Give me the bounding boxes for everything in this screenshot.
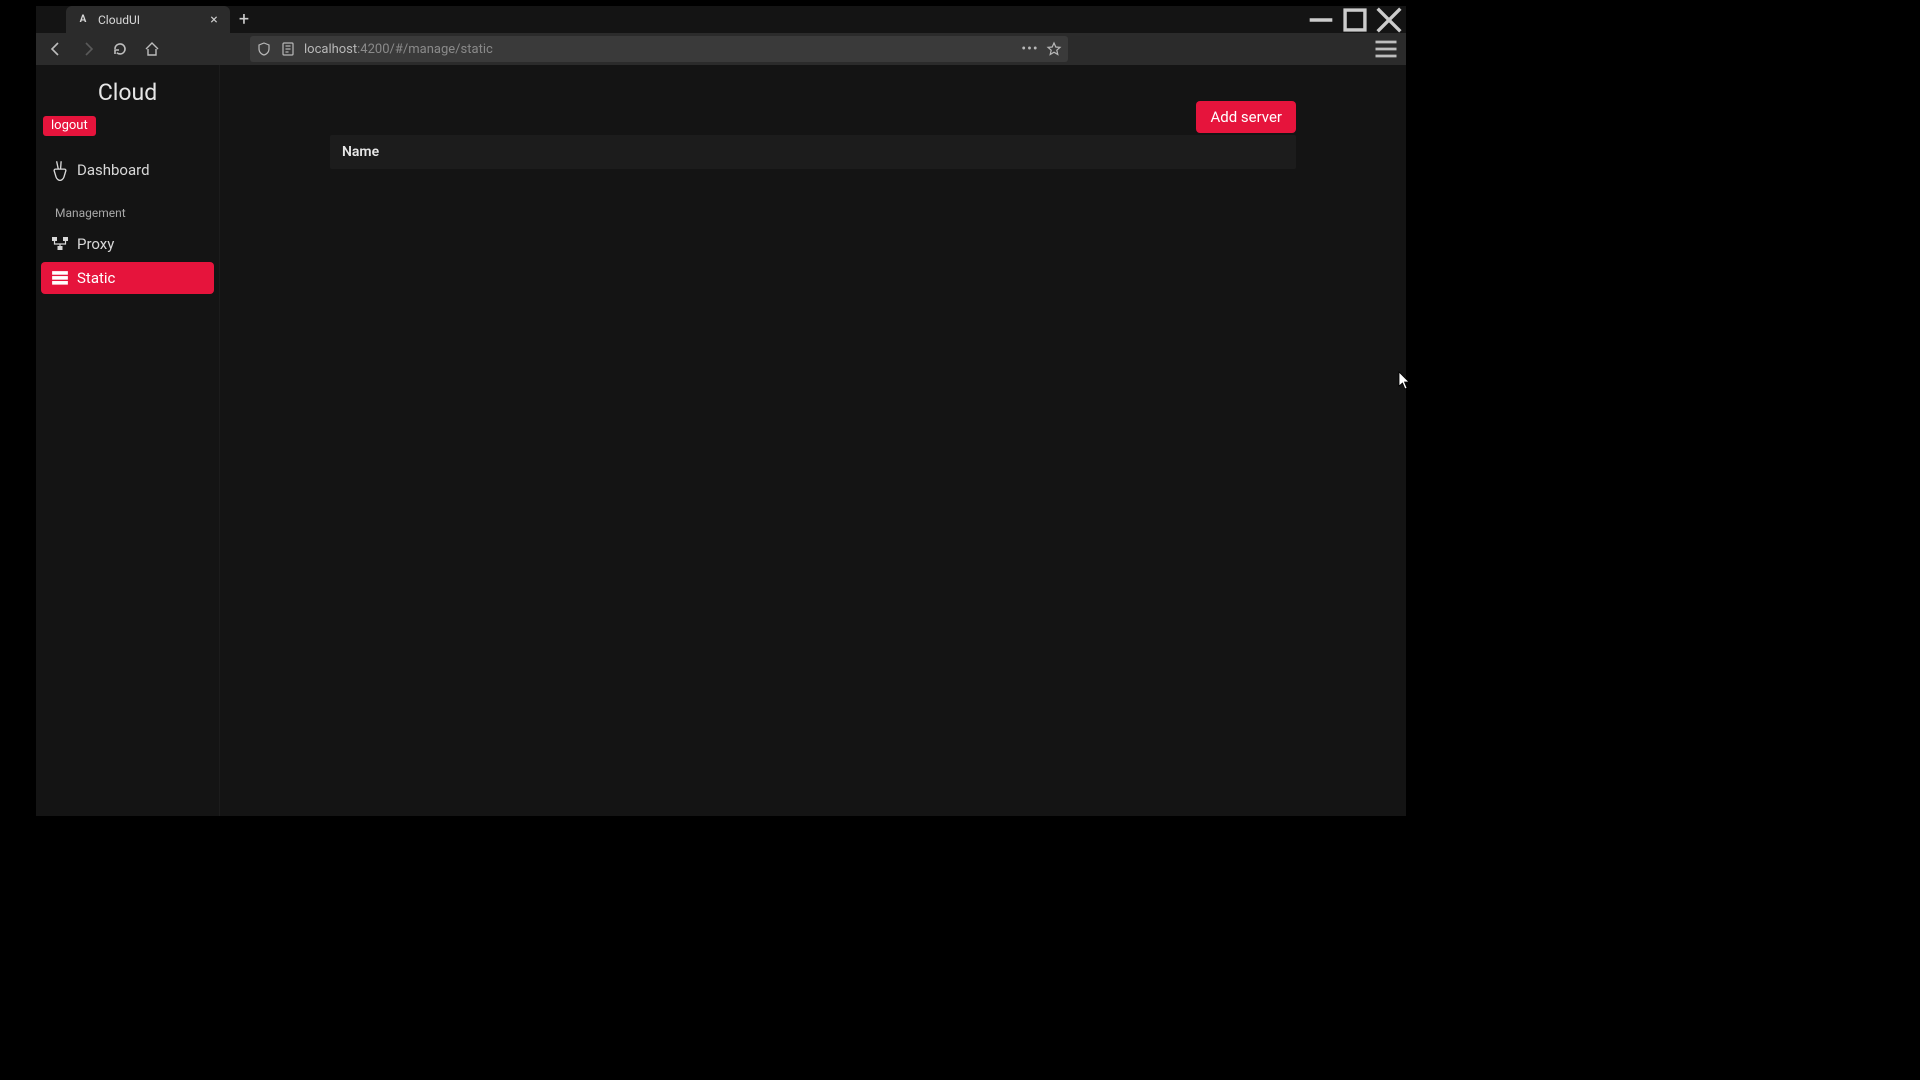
network-icon	[51, 236, 69, 252]
bookmark-star-icon[interactable]	[1046, 41, 1062, 57]
logout-button[interactable]: logout	[43, 116, 96, 136]
sidebar-item-proxy[interactable]: Proxy	[41, 228, 214, 260]
tab-title: CloudUI	[98, 13, 198, 27]
page-info-icon[interactable]	[280, 41, 296, 57]
back-button[interactable]	[42, 35, 70, 63]
browser-window: A CloudUI × +	[36, 6, 1406, 816]
app-viewport: Cloud logout Dashboard Management	[36, 65, 1406, 816]
sidebar: Cloud logout Dashboard Management	[36, 65, 220, 816]
browser-tab[interactable]: A CloudUI ×	[66, 6, 230, 33]
add-server-button[interactable]: Add server	[1196, 101, 1296, 133]
sidebar-item-label: Static	[77, 269, 115, 287]
reload-button[interactable]	[106, 35, 134, 63]
window-controls	[1304, 6, 1406, 33]
new-tab-button[interactable]: +	[230, 6, 258, 33]
sidebar-section-management: Management	[41, 188, 214, 228]
server-stack-icon	[51, 270, 69, 286]
browser-toolbar: localhost:4200/#/manage/static •••	[36, 33, 1406, 65]
tab-favicon-icon: A	[76, 13, 90, 27]
url-text: localhost:4200/#/manage/static	[304, 42, 1014, 57]
url-host: localhost	[304, 42, 357, 57]
home-button[interactable]	[138, 35, 166, 63]
close-window-icon[interactable]	[1372, 6, 1406, 33]
shield-icon[interactable]	[256, 41, 272, 57]
sidebar-item-label: Dashboard	[77, 161, 150, 179]
url-bar[interactable]: localhost:4200/#/manage/static •••	[250, 36, 1068, 62]
url-path: :4200/#/manage/static	[357, 42, 493, 57]
tab-strip: A CloudUI × +	[36, 6, 1406, 33]
forward-button[interactable]	[74, 35, 102, 63]
more-actions-icon[interactable]: •••	[1022, 41, 1038, 57]
sidebar-item-static[interactable]: Static	[41, 262, 214, 294]
sidebar-item-dashboard[interactable]: Dashboard	[41, 154, 214, 186]
minimize-icon[interactable]	[1304, 6, 1338, 33]
brand-title: Cloud	[41, 73, 214, 114]
table-header-name: Name	[330, 135, 1296, 169]
close-tab-icon[interactable]: ×	[206, 12, 222, 28]
app-menu-icon[interactable]	[1372, 35, 1400, 63]
main-content: Add server Name	[220, 65, 1406, 816]
peace-hand-icon	[51, 162, 69, 178]
maximize-icon[interactable]	[1338, 6, 1372, 33]
sidebar-item-label: Proxy	[77, 235, 114, 253]
